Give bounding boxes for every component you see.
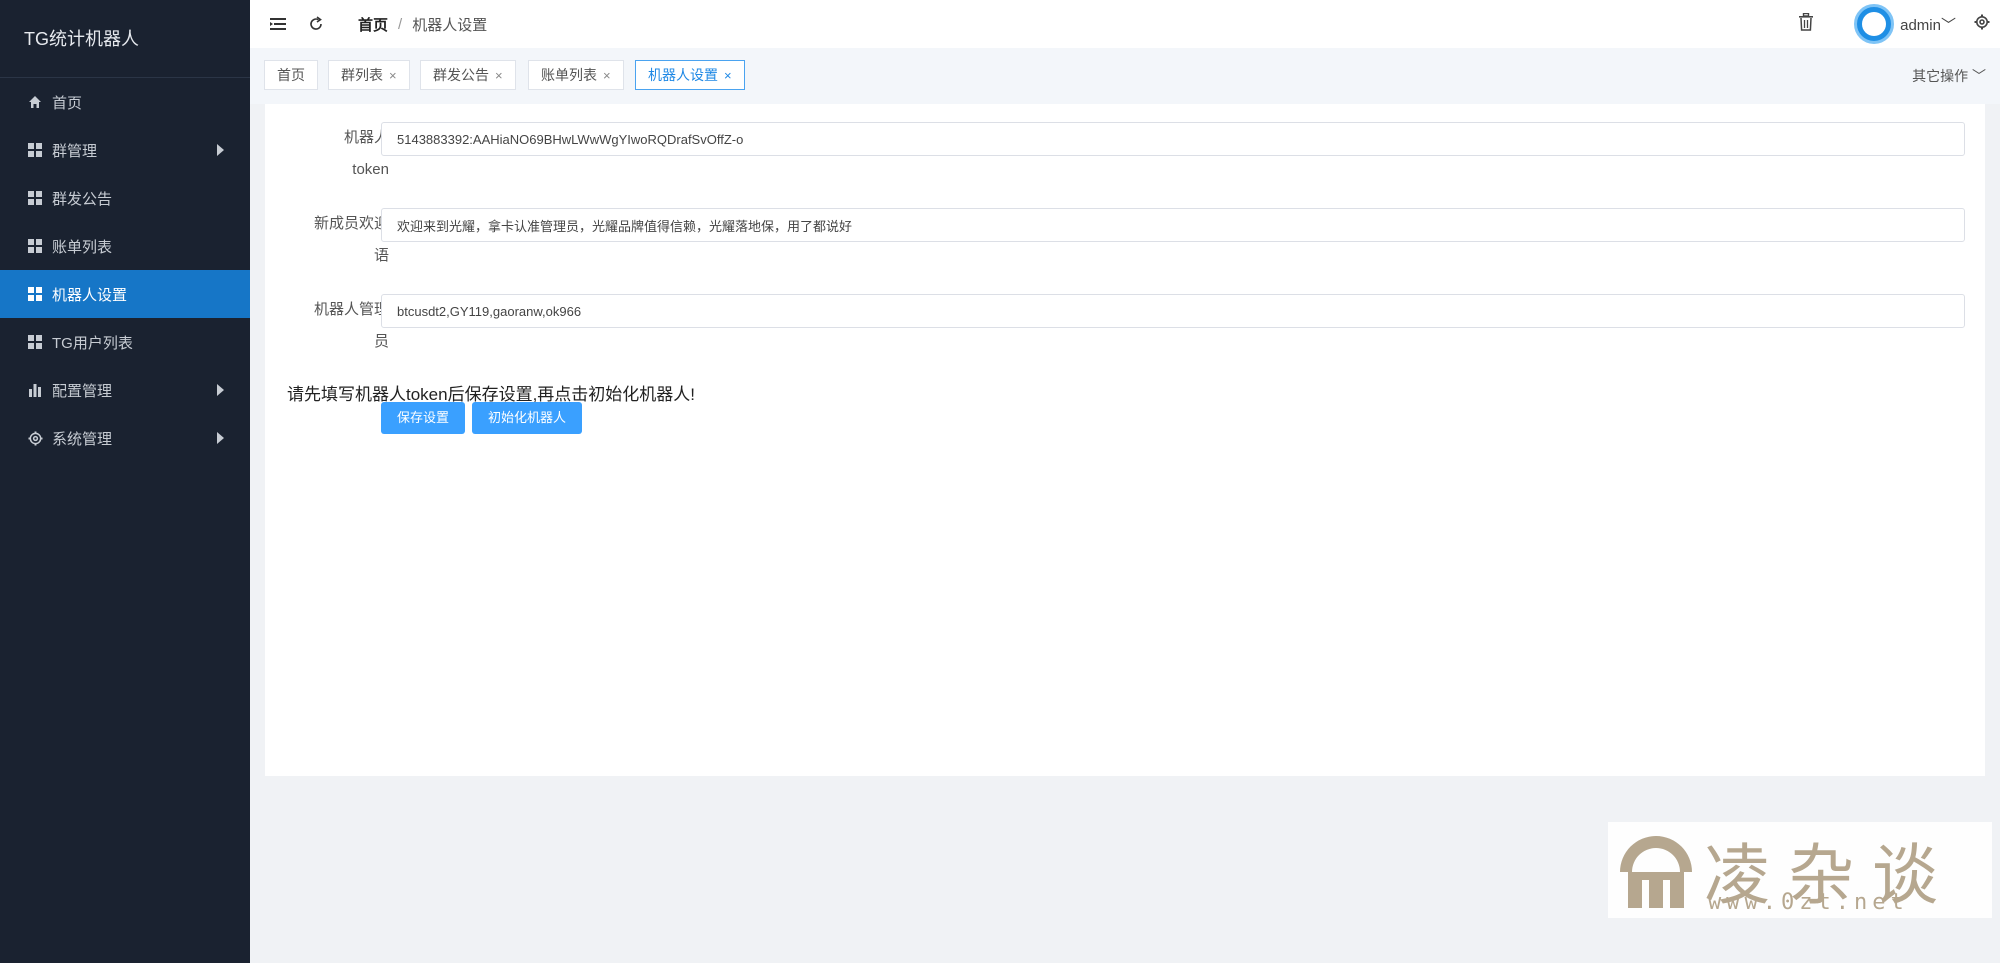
- tabs-bar: 首页 群列表 × 群发公告 × 账单列表 × 机器人设置 × 其它操作 ﹀: [250, 48, 2000, 104]
- watermark-url: www.0zt.net: [1708, 890, 1909, 915]
- tab-label: 账单列表: [541, 67, 597, 83]
- sidebar-item-tg-users[interactable]: TG用户列表: [0, 318, 250, 366]
- save-settings-button[interactable]: 保存设置: [381, 402, 466, 434]
- label-line: 员: [373, 333, 389, 350]
- app-title: TG统计机器人: [0, 0, 250, 78]
- sidebar-item-label: 系统管理: [52, 430, 113, 448]
- close-icon[interactable]: ×: [724, 68, 732, 83]
- label-line: 机器人: [343, 129, 389, 146]
- breadcrumb-current: 机器人设置: [412, 16, 488, 34]
- label-line: 机器人管理: [313, 301, 389, 318]
- username-dropdown[interactable]: admin﹀: [1900, 14, 1956, 35]
- trash-icon[interactable]: [1798, 12, 1814, 36]
- tab-bot-settings[interactable]: 机器人设置 ×: [635, 60, 745, 90]
- sidebar-item-label: 账单列表: [52, 238, 113, 256]
- grid-icon: [26, 333, 44, 351]
- sidebar-item-label: 群发公告: [52, 190, 113, 208]
- sidebar-item-config[interactable]: 配置管理: [0, 366, 250, 414]
- sidebar-item-broadcast[interactable]: 群发公告: [0, 174, 250, 222]
- label-line: 语: [373, 247, 389, 264]
- tab-label: 群列表: [341, 67, 383, 83]
- sidebar-menu: 首页 群管理 群发公告 账单列表 机器人设置 TG用户列表 配置管理 系统管理: [0, 78, 250, 462]
- label-line: token: [352, 161, 389, 178]
- sidebar-item-label: 配置管理: [52, 382, 113, 400]
- breadcrumb: 首页 / 机器人设置: [358, 14, 487, 35]
- sidebar: TG统计机器人 首页 群管理 群发公告 账单列表 机器人设置 TG用户列表 配置…: [0, 0, 250, 963]
- sidebar-item-home[interactable]: 首页: [0, 78, 250, 126]
- sidebar-item-system[interactable]: 系统管理: [0, 414, 250, 462]
- sidebar-item-label: 首页: [52, 94, 83, 112]
- menu-toggle-icon[interactable]: [266, 12, 290, 36]
- caret-right-icon: [217, 384, 224, 396]
- home-icon: [26, 93, 44, 111]
- watermark-emblem-icon: [1620, 836, 1692, 908]
- breadcrumb-home[interactable]: 首页: [358, 14, 388, 35]
- caret-right-icon: [217, 144, 224, 156]
- breadcrumb-separator: /: [398, 15, 403, 33]
- grid-icon: [26, 189, 44, 207]
- close-icon[interactable]: ×: [495, 68, 503, 83]
- gear-icon: [26, 429, 44, 447]
- username: admin: [1900, 16, 1941, 34]
- bot-settings-panel: 机器人 token 新成员欢迎 语 机器人管理 员 请先填写机器人token后保…: [265, 104, 1985, 776]
- sidebar-item-group-management[interactable]: 群管理: [0, 126, 250, 174]
- bot-admins-input[interactable]: [381, 294, 1965, 328]
- top-header: 首页 / 机器人设置 admin﹀: [250, 0, 2000, 48]
- watermark-logo: 凌杂谈 www.0zt.net: [1608, 822, 1992, 918]
- header-right: admin﹀: [1798, 0, 2000, 48]
- grid-icon: [26, 237, 44, 255]
- tab-label: 群发公告: [433, 67, 489, 83]
- token-label: 机器人 token: [285, 122, 389, 186]
- sidebar-item-bills[interactable]: 账单列表: [0, 222, 250, 270]
- close-icon[interactable]: ×: [603, 68, 611, 83]
- bar-chart-icon: [26, 381, 44, 399]
- chevron-down-icon: ﹀: [1940, 16, 1956, 34]
- tab-group-list[interactable]: 群列表 ×: [328, 60, 410, 90]
- close-icon[interactable]: ×: [389, 68, 397, 83]
- avatar-face: [1862, 12, 1887, 36]
- grid-icon: [26, 141, 44, 159]
- tab-label: 首页: [277, 67, 305, 83]
- sidebar-item-label: 机器人设置: [52, 286, 128, 304]
- tab-label: 机器人设置: [648, 67, 718, 83]
- admins-label: 机器人管理 员: [285, 294, 389, 358]
- bot-token-input[interactable]: [381, 122, 1965, 156]
- sidebar-item-bot-settings[interactable]: 机器人设置: [0, 270, 250, 318]
- grid-icon: [26, 285, 44, 303]
- sidebar-item-label: 群管理: [52, 142, 98, 160]
- caret-right-icon: [217, 432, 224, 444]
- settings-gear-icon[interactable]: [1974, 14, 1990, 35]
- refresh-icon[interactable]: [304, 12, 328, 36]
- welcome-message-input[interactable]: [381, 208, 1965, 242]
- tab-home[interactable]: 首页: [264, 60, 318, 90]
- tab-bills[interactable]: 账单列表 ×: [528, 60, 624, 90]
- welcome-label: 新成员欢迎 语: [285, 208, 389, 272]
- label-line: 新成员欢迎: [313, 215, 389, 232]
- init-bot-button[interactable]: 初始化机器人: [472, 402, 583, 434]
- other-operations-dropdown[interactable]: 其它操作 ﹀: [1912, 66, 1986, 86]
- tab-broadcast[interactable]: 群发公告 ×: [420, 60, 516, 90]
- sidebar-item-label: TG用户列表: [52, 334, 133, 352]
- avatar[interactable]: [1854, 4, 1895, 44]
